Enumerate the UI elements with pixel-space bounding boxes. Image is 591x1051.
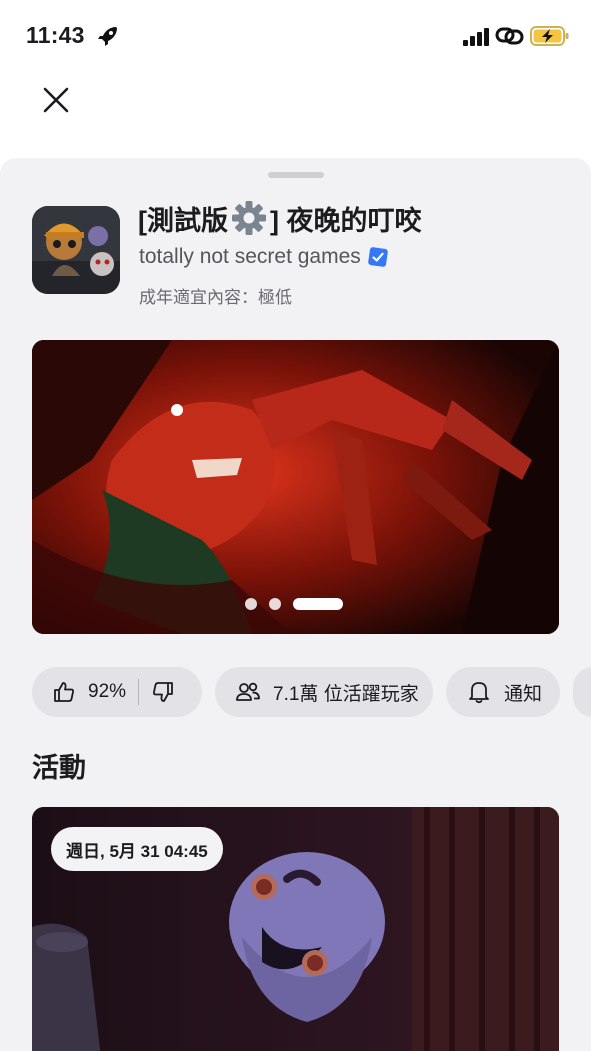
personal-hotspot-icon: [495, 27, 524, 45]
game-detail-sheet: [測試版 ] 夜晚的叮咬 totally not secret games 成年…: [0, 158, 591, 1051]
carousel-dot[interactable]: [245, 598, 257, 610]
top-bar: [0, 70, 591, 158]
cellular-signal-icon: [463, 28, 489, 46]
notify-button[interactable]: 通知: [446, 667, 560, 717]
maturity-rating[interactable]: 成年適宜內容：極低: [139, 283, 292, 308]
game-title-prefix: [測試版: [138, 205, 228, 236]
game-title-suffix: ] 夜晚的叮咬: [270, 205, 422, 236]
close-icon[interactable]: [38, 82, 74, 118]
status-bar: 11:43: [0, 0, 591, 70]
carousel-image: [32, 340, 559, 634]
game-title: [測試版 ] 夜晚的叮咬: [138, 198, 422, 238]
thumbs-up-icon[interactable]: [52, 680, 76, 704]
battery-charging-icon: [530, 26, 569, 46]
event-date-badge: 週日, 5月 31 04:45: [51, 827, 223, 871]
carousel-dot[interactable]: [269, 598, 281, 610]
carousel-dot-active[interactable]: [293, 598, 343, 610]
status-time: 11:43: [26, 22, 85, 48]
event-card[interactable]: 週日, 5月 31 04:45: [32, 807, 559, 1051]
vote-divider: [138, 679, 140, 705]
carousel-indicator[interactable]: [245, 598, 343, 610]
people-icon: [236, 682, 260, 701]
bell-icon: [469, 682, 489, 704]
approval-rating: 92%: [88, 681, 127, 702]
rocket-icon: [98, 27, 117, 46]
stats-row: 92% 7.1萬 位活躍玩家 通知: [32, 667, 591, 717]
screenshot-carousel[interactable]: [32, 340, 559, 634]
vote-pill: 92%: [32, 667, 202, 717]
game-icon: [32, 206, 120, 294]
events-section-title: 活動: [32, 753, 86, 783]
active-players-count: 7.1萬 位活躍玩家: [273, 683, 419, 705]
more-pill[interactable]: [573, 667, 591, 717]
developer-name[interactable]: totally not secret games: [139, 245, 361, 269]
thumbs-down-icon[interactable]: [151, 680, 175, 704]
developer-row[interactable]: totally not secret games: [139, 245, 388, 269]
active-players-pill[interactable]: 7.1萬 位活躍玩家: [215, 667, 433, 717]
notify-label: 通知: [504, 683, 543, 705]
verified-badge-icon: [368, 247, 388, 267]
gear-icon: [232, 201, 266, 235]
sheet-grabber[interactable]: [268, 172, 324, 178]
